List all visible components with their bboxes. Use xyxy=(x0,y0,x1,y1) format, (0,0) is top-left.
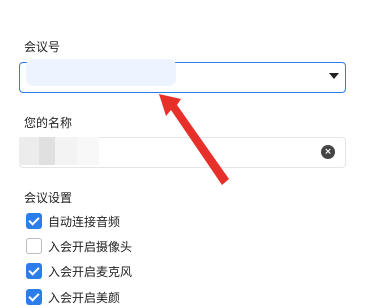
checkbox-camera[interactable] xyxy=(26,238,42,254)
checkbox-row-auto-audio[interactable]: 自动连接音频 xyxy=(26,212,120,230)
checkbox-label-beauty: 入会开启美颜 xyxy=(48,290,121,305)
checkbox-label-auto-audio: 自动连接音频 xyxy=(48,214,121,229)
meeting-id-select[interactable] xyxy=(19,59,346,93)
chevron-down-icon[interactable] xyxy=(329,73,339,79)
display-name-input[interactable]: × xyxy=(19,137,346,168)
checkbox-row-camera[interactable]: 入会开启摄像头 xyxy=(26,237,132,255)
checkbox-label-camera: 入会开启摄像头 xyxy=(48,239,133,254)
checkbox-row-microphone[interactable]: 入会开启麦克风 xyxy=(26,262,132,280)
redacted-display-name xyxy=(19,137,99,165)
checkbox-auto-audio[interactable] xyxy=(26,213,42,229)
redacted-meeting-id xyxy=(26,59,176,86)
checkbox-beauty[interactable] xyxy=(26,289,42,305)
display-name-label: 您的名称 xyxy=(24,116,73,130)
meeting-id-label: 会议号 xyxy=(24,40,61,54)
checkbox-row-beauty[interactable]: 入会开启美颜 xyxy=(26,288,120,306)
meeting-settings-label: 会议设置 xyxy=(24,191,73,205)
checkbox-label-microphone: 入会开启麦克风 xyxy=(48,264,133,279)
checkbox-microphone[interactable] xyxy=(26,263,42,279)
clear-icon[interactable]: × xyxy=(321,145,335,159)
